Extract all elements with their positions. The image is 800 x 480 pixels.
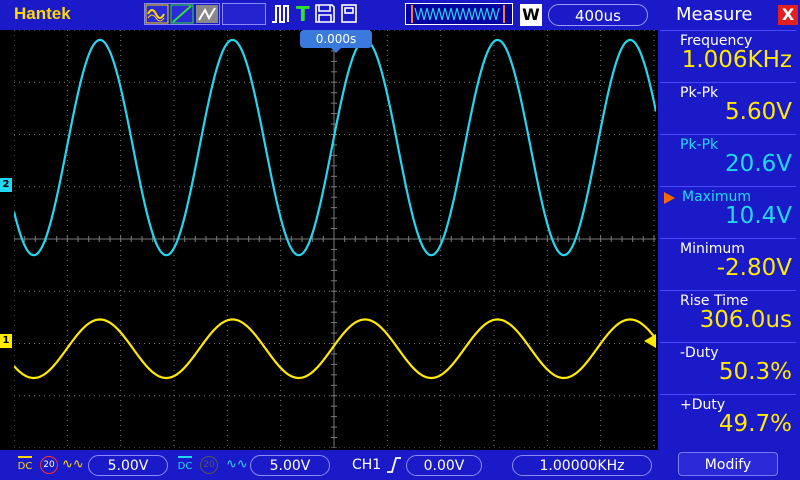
measure-item[interactable]: Frequency 1.006KHz (660, 30, 796, 81)
measure-label: -Duty (680, 345, 719, 361)
frequency-counter: 1.00000KHz (512, 455, 652, 476)
ch2-wave-icon: ∿∿ (226, 457, 248, 472)
ch2-bandwidth-limit-icon: 20 (200, 456, 218, 474)
top-status-bar: Hantek T W 400us (0, 0, 658, 30)
trigger-status-icons: T (270, 2, 398, 25)
measure-item[interactable]: Maximum 10.4V (660, 186, 796, 237)
measure-value: 49.7% (718, 411, 792, 437)
measure-label: Pk-Pk (680, 137, 719, 153)
measure-label: Pk-Pk (680, 85, 719, 101)
ch1-bandwidth-limit-icon: 20 (40, 456, 58, 474)
measure-item[interactable]: Pk-Pk 5.60V (660, 82, 796, 133)
measure-item[interactable]: Rise Time 306.0us (660, 290, 796, 341)
trigger-source[interactable]: CH1 (352, 457, 381, 473)
waveform-display (14, 30, 656, 448)
modify-button[interactable]: Modify (678, 452, 778, 476)
graticule (14, 30, 656, 448)
measure-item[interactable]: Minimum -2.80V (660, 238, 796, 289)
sine-icon (145, 4, 169, 24)
trigger-position-label[interactable]: 0.000s (300, 30, 372, 48)
window-zoom-button[interactable]: W (520, 4, 542, 26)
close-button[interactable]: X (778, 5, 798, 25)
measure-value: 5.60V (725, 99, 792, 125)
acquisition-mode-icons[interactable] (144, 3, 220, 25)
ch1-volts-per-div[interactable]: 5.00V (88, 455, 168, 476)
trigger-level-readout[interactable]: 0.00V (406, 455, 482, 476)
ch1-coupling-icon: DC (16, 456, 34, 472)
measure-value: 50.3% (718, 359, 792, 385)
measure-item[interactable]: -Duty 50.3% (660, 342, 796, 393)
usb-icon (341, 4, 357, 23)
ramp-icon (170, 4, 194, 24)
measure-panel: Measure X Frequency 1.006KHz Pk-Pk 5.60V Pk-… (658, 0, 800, 480)
trigger-position-marker (330, 47, 342, 53)
measure-value: 20.6V (725, 151, 792, 177)
brand-logo: Hantek (14, 4, 71, 23)
trigger-t-icon: T (296, 2, 310, 24)
measure-item[interactable]: +Duty 49.7% (660, 394, 796, 445)
ch2-ground-marker[interactable]: 2 (0, 178, 12, 192)
rising-edge-icon (387, 457, 401, 473)
pulse-icon (272, 5, 289, 23)
measure-value: 1.006KHz (681, 47, 792, 73)
ch1-waveform (14, 318, 656, 380)
ch1-ground-marker[interactable]: 1 (0, 334, 12, 348)
ch1-wave-icon: ∿∿ (62, 457, 84, 472)
timebase-position-indicator[interactable] (405, 3, 513, 25)
ch2-coupling-icon: DC (176, 456, 194, 472)
bottom-status-bar: DC 20 ∿∿ 5.00V DC 20 ∿∿ 5.00V CH1 0.00V … (0, 450, 658, 480)
trigger-level-marker[interactable] (644, 334, 656, 348)
measure-value: -2.80V (716, 255, 792, 281)
measure-item[interactable]: Pk-Pk 20.6V (660, 134, 796, 185)
save-icon (315, 4, 335, 23)
mode-slot (222, 3, 266, 25)
ch2-volts-per-div[interactable]: 5.00V (250, 455, 330, 476)
selected-arrow-icon (664, 192, 675, 204)
measure-value: 306.0us (699, 307, 792, 333)
measure-value: 10.4V (725, 203, 792, 229)
timebase-readout[interactable]: 400us (548, 4, 648, 26)
persistence-icon (196, 5, 218, 23)
